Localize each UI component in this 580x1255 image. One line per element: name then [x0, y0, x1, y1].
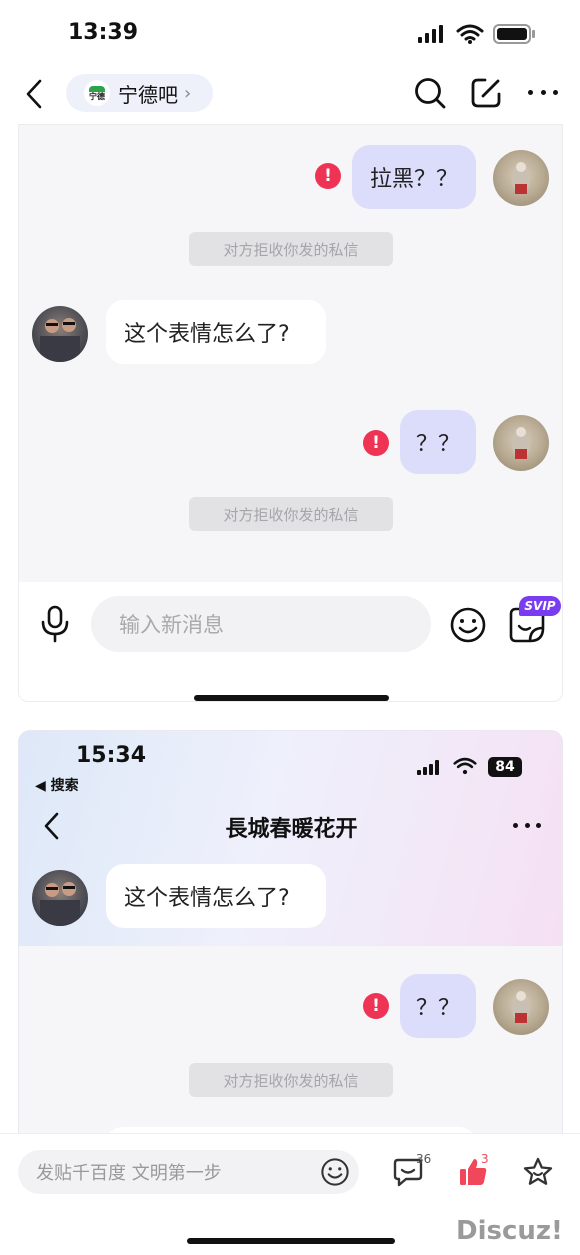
battery-icon — [493, 24, 531, 44]
chat-card-2: 15:34 ◀ 搜索 84 長城春暖花开 这个表情怎么了? ! ？？ 对方拒收你… — [18, 730, 563, 1150]
sent-message-bubble[interactable]: ？？ — [400, 410, 476, 474]
comment-count: 36 — [416, 1152, 432, 1166]
watermark: Discuz! — [456, 1216, 563, 1246]
sent-message-bubble[interactable]: 拉黑？？ — [352, 145, 476, 209]
search-icon[interactable] — [413, 76, 447, 110]
more-icon[interactable] — [528, 90, 558, 96]
forum-chip[interactable]: 宁德 宁德吧 › — [66, 74, 213, 112]
reject-notice: 对方拒收你发的私信 — [189, 497, 393, 531]
my-avatar[interactable] — [493, 150, 549, 206]
send-failed-icon[interactable]: ! — [315, 163, 341, 189]
reject-notice: 对方拒收你发的私信 — [189, 1063, 393, 1097]
reply-input[interactable]: 发贴千百度 文明第一步 — [18, 1150, 359, 1194]
composer-bar: 输入新消息 SVIP — [19, 582, 562, 701]
contact-avatar[interactable] — [32, 306, 88, 362]
like-count: 3 — [481, 1152, 489, 1166]
received-message-bubble[interactable]: 这个表情怎么了? — [106, 300, 326, 364]
status-time: 15:34 — [76, 743, 147, 768]
battery-icon: 84 — [488, 757, 522, 777]
home-indicator — [194, 695, 389, 701]
chat-card-1: ! 拉黑？？ 对方拒收你发的私信 这个表情怎么了? ! ？？ 对方拒收你发的私信… — [18, 124, 563, 702]
emoji-icon[interactable] — [320, 1157, 350, 1187]
microphone-icon[interactable] — [39, 604, 71, 644]
home-indicator — [187, 1238, 395, 1244]
send-failed-icon[interactable]: ! — [363, 993, 389, 1019]
back-icon[interactable] — [24, 78, 44, 110]
sent-message-bubble[interactable]: ？？ — [400, 974, 476, 1038]
forum-name: 宁德吧 — [118, 82, 178, 107]
wifi-icon — [456, 24, 484, 44]
forum-logo-icon: 宁德 — [84, 80, 110, 106]
chat-title: 長城春暖花开 — [225, 817, 358, 842]
back-to-app-link[interactable]: ◀ 搜索 — [35, 775, 79, 795]
chevron-right-icon: › — [184, 82, 192, 104]
star-icon[interactable] — [522, 1156, 554, 1188]
compose-icon[interactable] — [469, 76, 503, 110]
received-message-bubble[interactable]: 这个表情怎么了? — [106, 864, 326, 928]
reply-bar: 发贴千百度 文明第一步 36 3 Discuz! — [0, 1133, 580, 1255]
my-avatar[interactable] — [493, 415, 549, 471]
battery-tip — [532, 30, 535, 38]
signal-icon — [418, 25, 448, 43]
wifi-icon — [453, 757, 477, 775]
more-icon[interactable] — [513, 823, 541, 829]
contact-avatar[interactable] — [32, 870, 88, 926]
signal-icon — [417, 759, 443, 775]
my-avatar[interactable] — [493, 979, 549, 1035]
emoji-icon[interactable] — [449, 606, 487, 644]
svip-badge: SVIP — [519, 596, 561, 616]
status-time: 13:39 — [68, 20, 139, 45]
message-input[interactable]: 输入新消息 — [91, 596, 431, 652]
send-failed-icon[interactable]: ! — [363, 430, 389, 456]
reject-notice: 对方拒收你发的私信 — [189, 232, 393, 266]
